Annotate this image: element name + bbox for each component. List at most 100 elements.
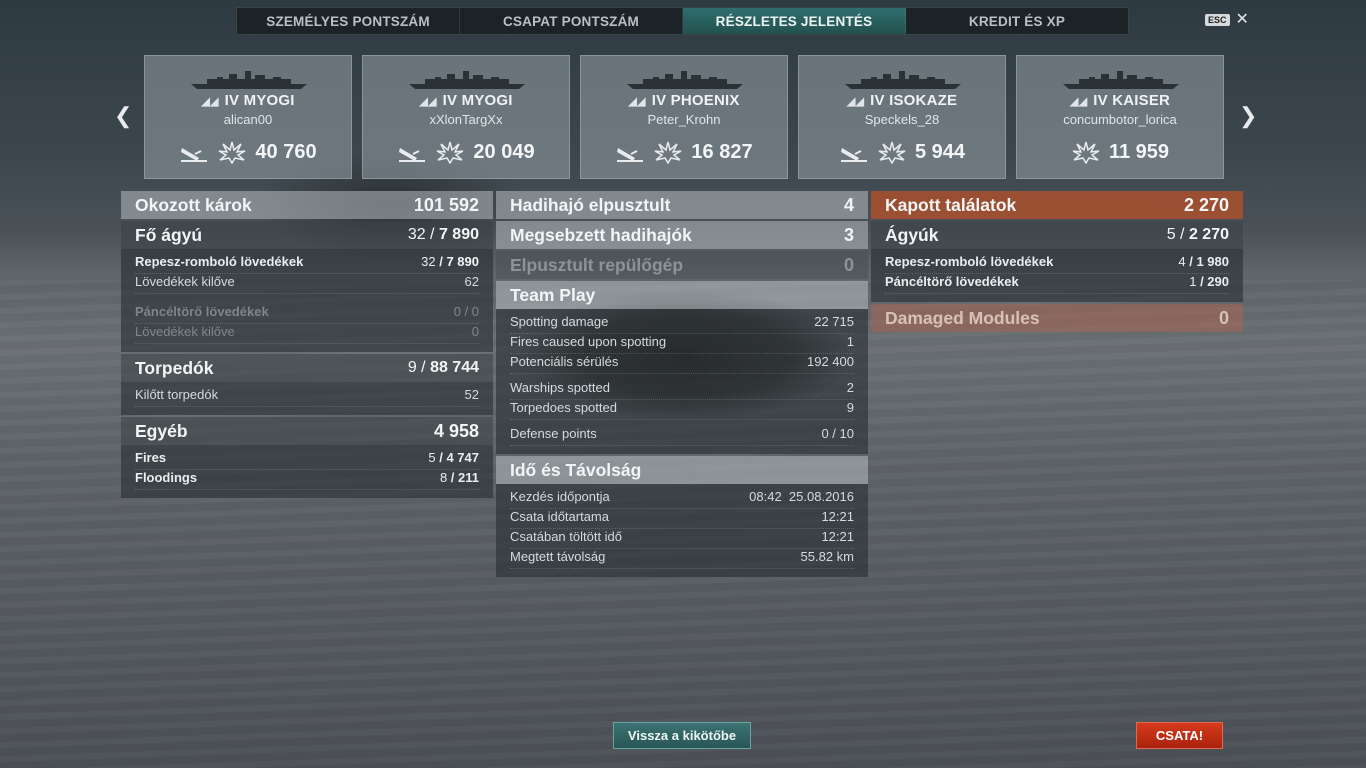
- kills-panel: Hadihajó elpusztult 4 Megsebzett hadihajó…: [496, 191, 868, 577]
- torpedoes-header: Torpedók 9 / 88 744: [121, 354, 493, 382]
- prev-arrow-icon[interactable]: ❮: [114, 105, 132, 127]
- ships-sunk-icon: [615, 140, 645, 164]
- ship-class-icon: ◢◢: [201, 96, 219, 108]
- ship-score: 20 049: [473, 140, 535, 163]
- received-guns-header: Ágyúk 5 / 2 270: [871, 221, 1243, 249]
- ship-silhouette-icon: [1061, 68, 1181, 90]
- main-guns-details: Repesz-romboló lövedékek 32 / 7 890 Löve…: [121, 249, 493, 352]
- time-row: Megtett távolság 55.82 km: [510, 549, 854, 569]
- ship-card[interactable]: ◢◢ IV ISOKAZE Speckels_28 5 944: [798, 55, 1006, 179]
- ship-stats: 5 944: [799, 140, 1005, 165]
- close-button[interactable]: ESC ✕: [1205, 11, 1249, 28]
- ship-class-icon: ◢◢: [846, 96, 865, 108]
- other-damage-header: Egyéb 4 958: [121, 417, 493, 445]
- received-hits-header: Kapott találatok 2 270: [871, 191, 1243, 219]
- he-shells-fired-row: Lövedékek kilőve 62: [135, 274, 479, 294]
- next-arrow-icon[interactable]: ❯: [1239, 105, 1257, 127]
- damage-dealt-panel: Okozott károk 101 592 Fő ágyú 32 / 7 890…: [121, 191, 493, 498]
- player-name: Peter_Krohn: [647, 112, 721, 127]
- player-name: Speckels_28: [864, 112, 940, 127]
- ship-silhouette-icon: [843, 68, 963, 90]
- torpedoes-fired-row: Kilőtt torpedók 52: [135, 387, 479, 407]
- ship-score: 16 827: [691, 140, 753, 163]
- damage-dealt-title: Okozott károk: [135, 194, 252, 215]
- ship-name: ◢◢ IV ISOKAZE: [846, 92, 958, 109]
- damage-icon: [653, 140, 683, 165]
- team-play-row: Potenciális sérülés 192 400: [510, 354, 854, 374]
- ship-stats: 20 049: [363, 140, 569, 165]
- ship-class-icon: ◢◢: [628, 96, 646, 108]
- ship-name: ◢◢ IV MYOGI: [419, 92, 513, 109]
- time-row: Csata időtartama 12:21: [510, 509, 854, 529]
- ship-name: ◢◢ IV KAISER: [1069, 92, 1171, 109]
- ship-score: 40 760: [255, 140, 317, 163]
- fires-row: Fires 5 / 4 747: [135, 450, 479, 470]
- torpedoes-details: Kilőtt torpedók 52: [121, 382, 493, 415]
- ap-shells-fired-row: Lövedékek kilőve 0: [135, 324, 479, 344]
- ship-score: 5 944: [914, 140, 966, 163]
- planes-destroyed-header: Elpusztult repülőgép 0: [496, 251, 868, 279]
- team-play-row: Warships spotted 2: [510, 380, 854, 400]
- team-play-header: Team Play: [496, 281, 868, 309]
- damage-icon: [1071, 140, 1101, 165]
- team-play-row: Defense points 0 / 10: [510, 426, 854, 446]
- received-ap-row: Páncéltörő lövedékek 1 / 290: [885, 274, 1229, 294]
- team-play-row: Spotting damage 22 715: [510, 314, 854, 334]
- ship-class-icon: ◢◢: [419, 96, 437, 108]
- close-icon: ✕: [1235, 11, 1249, 28]
- time-row: Csatában töltött idő 12:21: [510, 529, 854, 549]
- damage-icon: [877, 140, 907, 165]
- damaged-modules-header: Damaged Modules 0: [871, 304, 1243, 332]
- ship-card[interactable]: ◢◢ IV MYOGI xXlonTargXx 20 049: [362, 55, 570, 179]
- ships-sunk-icon: [839, 140, 869, 164]
- ships-damaged-header: Megsebzett hadihajók 3: [496, 221, 868, 249]
- battle-button[interactable]: CSATA!: [1136, 722, 1223, 749]
- received-guns-details: Repesz-romboló lövedékek 4 / 1 980 Páncé…: [871, 249, 1243, 302]
- time-distance-details: Kezdés időpontja 08:42 25.08.2016 Csata i…: [496, 484, 868, 577]
- ship-card[interactable]: ◢◢ IV MYOGI alican00 40 760: [144, 55, 352, 179]
- ships-destroyed-header: Hadihajó elpusztult 4: [496, 191, 868, 219]
- received-he-row: Repesz-romboló lövedékek 4 / 1 980: [885, 254, 1229, 274]
- return-to-port-button[interactable]: Vissza a kikötőbe: [613, 722, 751, 749]
- ship-stats: 16 827: [581, 140, 787, 165]
- ship-silhouette-icon: [407, 68, 527, 90]
- ship-silhouette-icon: [625, 68, 745, 90]
- ship-stats: 40 760: [145, 140, 351, 165]
- damage-dealt-header: Okozott károk 101 592: [121, 191, 493, 219]
- ship-name: ◢◢ IV MYOGI: [201, 92, 295, 109]
- he-shells-row: Repesz-romboló lövedékek 32 / 7 890: [135, 254, 479, 274]
- ship-card[interactable]: ◢◢ IV PHOENIX Peter_Krohn 16 827: [580, 55, 788, 179]
- ap-shells-row: Páncéltörő lövedékek 0 / 0: [135, 304, 479, 324]
- team-play-row: Torpedoes spotted 9: [510, 400, 854, 420]
- floodings-row: Floodings 8 / 211: [135, 470, 479, 490]
- tab-bar: SZEMÉLYES PONTSZÁM CSAPAT PONTSZÁM RÉSZL…: [236, 7, 1129, 35]
- tab-personal-score[interactable]: SZEMÉLYES PONTSZÁM: [237, 8, 460, 34]
- ships-sunk-icon: [397, 140, 427, 164]
- tab-detailed-report[interactable]: RÉSZLETES JELENTÉS: [683, 8, 906, 34]
- main-guns-header: Fő ágyú 32 / 7 890: [121, 221, 493, 249]
- team-play-details: Spotting damage 22 715 Fires caused upon …: [496, 309, 868, 454]
- tab-credits-xp[interactable]: KREDIT ÉS XP: [906, 8, 1128, 34]
- main-guns-value: 32 / 7 890: [407, 226, 479, 243]
- ship-score: 11 959: [1108, 140, 1170, 163]
- ship-class-icon: ◢◢: [1069, 96, 1088, 108]
- ship-name: ◢◢ IV PHOENIX: [628, 92, 740, 109]
- time-row: Kezdés időpontja 08:42 25.08.2016: [510, 489, 854, 509]
- damage-icon: [217, 140, 247, 165]
- ships-sunk-icon: [179, 140, 209, 164]
- ship-silhouette-icon: [189, 68, 309, 90]
- esc-key-badge: ESC: [1205, 14, 1230, 26]
- received-hits-panel: Kapott találatok 2 270 Ágyúk 5 / 2 270 Re…: [871, 191, 1243, 332]
- damage-icon: [435, 140, 465, 165]
- damage-dealt-total: 101 592: [413, 194, 479, 215]
- ship-card[interactable]: ◢◢ IV KAISER concumbotor_lorica 11 959: [1016, 55, 1224, 179]
- player-name: concumbotor_lorica: [1063, 112, 1177, 127]
- other-damage-details: Fires 5 / 4 747 Floodings 8 / 211: [121, 445, 493, 498]
- player-name: alican00: [223, 112, 273, 127]
- tab-team-score[interactable]: CSAPAT PONTSZÁM: [460, 8, 683, 34]
- main-guns-label: Fő ágyú: [135, 224, 203, 245]
- time-distance-header: Idő és Távolság: [496, 456, 868, 484]
- ship-stats: 11 959: [1017, 140, 1223, 165]
- team-play-row: Fires caused upon spotting 1: [510, 334, 854, 354]
- player-name: xXlonTargXx: [429, 112, 503, 127]
